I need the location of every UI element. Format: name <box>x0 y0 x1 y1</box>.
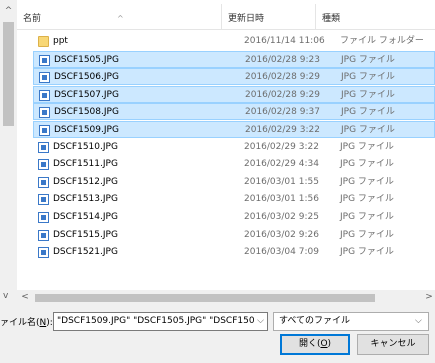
horizontal-scrollbar[interactable]: < > <box>0 290 435 305</box>
open-label-suffix: ) <box>327 339 332 349</box>
filename-label: ァイル名(N): <box>0 315 53 328</box>
image-file-icon <box>38 247 49 259</box>
vertical-scrollbar[interactable]: ^ <box>0 0 17 305</box>
image-file-icon <box>38 212 49 223</box>
filename-input[interactable]: "DSCF1509.JPG" "DSCF1505.JPG" "DSCF1506.… <box>53 312 268 331</box>
file-row[interactable]: DSCF1510.JPG 2016/02/29 3:22 JPG ファイル <box>33 139 435 156</box>
column-header-date[interactable]: 更新日時 <box>222 4 316 30</box>
filename-dropdown-chevron-icon[interactable]: ⌵ <box>254 313 267 330</box>
file-type: JPG ファイル <box>341 89 395 100</box>
file-name: DSCF1510.JPG <box>53 141 118 152</box>
file-row[interactable]: DSCF1508.JPG 2016/02/28 9:37 JPG ファイル <box>33 103 435 121</box>
filename-label-text: ァイル名( <box>0 318 40 328</box>
file-type: ファイル フォルダー <box>340 36 424 46</box>
file-type-filter-value: すべてのファイル <box>279 316 351 326</box>
column-header: 名前 ^ 更新日時 種類 <box>17 4 435 30</box>
file-row[interactable]: DSCF1515.JPG 2016/03/02 9:26 JPG ファイル <box>33 227 435 244</box>
filename-label-suffix: ): <box>46 318 53 328</box>
file-type-filter-select[interactable]: すべてのファイル <box>273 312 429 331</box>
file-name: DSCF1506.JPG <box>54 72 119 83</box>
file-name: DSCF1513.JPG <box>53 194 118 205</box>
image-file-icon <box>39 54 50 66</box>
image-file-icon <box>38 176 49 188</box>
file-type: JPG ファイル <box>341 72 395 83</box>
file-row[interactable]: DSCF1511.JPG 2016/02/29 4:34 JPG ファイル <box>33 156 435 173</box>
file-type: JPG ファイル <box>340 212 394 222</box>
file-date: 2016/03/02 9:25 <box>244 212 319 222</box>
image-file-icon <box>38 194 49 206</box>
file-row[interactable]: DSCF1514.JPG 2016/03/02 9:25 JPG ファイル <box>33 209 435 226</box>
scroll-left-icon[interactable]: < <box>18 290 32 305</box>
horizontal-scroll-thumb[interactable] <box>35 294 375 302</box>
file-date: 2016/11/14 11:06 <box>244 36 325 46</box>
file-name: DSCF1511.JPG <box>53 159 118 170</box>
file-date: 2016/02/29 3:22 <box>244 141 319 152</box>
filter-chevron-down-icon[interactable]: ⌵ <box>415 313 422 330</box>
open-button[interactable]: 開く(O) <box>280 334 350 355</box>
file-name: DSCF1507.JPG <box>54 89 119 100</box>
file-name: DSCF1509.JPG <box>54 125 119 135</box>
vertical-scroll-thumb[interactable] <box>3 22 14 126</box>
file-date: 2016/02/28 9:29 <box>245 72 320 83</box>
scroll-up-icon[interactable]: ^ <box>0 4 17 18</box>
file-name: DSCF1505.JPG <box>54 54 119 65</box>
file-type: JPG ファイル <box>340 247 394 258</box>
image-file-icon <box>39 89 50 101</box>
file-type: JPG ファイル <box>340 159 394 170</box>
image-file-icon <box>38 141 49 153</box>
folder-icon <box>38 36 49 47</box>
file-type: JPG ファイル <box>340 194 394 205</box>
column-name-label: 名前 <box>23 14 42 24</box>
file-type: JPG ファイル <box>341 107 395 118</box>
file-type: JPG ファイル <box>341 125 395 135</box>
image-file-icon <box>39 125 50 136</box>
file-name: ppt <box>53 36 68 46</box>
column-header-name[interactable]: 名前 ^ <box>17 4 222 30</box>
sort-ascending-icon: ^ <box>117 14 124 23</box>
file-name: DSCF1515.JPG <box>53 229 118 240</box>
file-name: DSCF1508.JPG <box>54 107 119 118</box>
file-date: 2016/03/04 7:09 <box>244 247 319 258</box>
image-file-icon <box>38 229 49 241</box>
file-type: JPG ファイル <box>341 54 395 65</box>
file-name: DSCF1521.JPG <box>53 247 118 258</box>
file-date: 2016/02/28 9:37 <box>245 107 320 118</box>
file-date: 2016/03/01 1:55 <box>244 176 319 187</box>
file-date: 2016/02/28 9:23 <box>245 54 320 65</box>
image-file-icon <box>39 72 50 84</box>
image-file-icon <box>38 159 49 171</box>
scroll-down-icon[interactable]: v <box>3 291 8 301</box>
scroll-right-icon[interactable]: > <box>423 290 435 305</box>
open-label: 開く( <box>298 339 321 349</box>
file-date: 2016/02/28 9:29 <box>245 89 320 100</box>
column-date-label: 更新日時 <box>228 14 265 24</box>
file-list-pane[interactable]: ^ 名前 ^ 更新日時 種類 ppt 2016/11/14 11:06 ファイル フ… <box>0 0 435 305</box>
open-label-key: O <box>320 339 328 349</box>
file-row[interactable]: DSCF1521.JPG 2016/03/04 7:09 JPG ファイル <box>33 244 435 261</box>
column-header-type[interactable]: 種類 <box>316 4 435 30</box>
file-type: JPG ファイル <box>340 176 394 187</box>
cancel-button[interactable]: キャンセル <box>357 334 429 355</box>
file-type: JPG ファイル <box>340 141 394 152</box>
file-row[interactable]: DSCF1509.JPG 2016/02/29 3:22 JPG ファイル <box>33 121 435 138</box>
file-row[interactable]: DSCF1505.JPG 2016/02/28 9:23 JPG ファイル <box>33 50 435 68</box>
file-row[interactable]: DSCF1506.JPG 2016/02/28 9:29 JPG ファイル <box>33 68 435 86</box>
file-row[interactable]: DSCF1507.JPG 2016/02/28 9:29 JPG ファイル <box>33 85 435 103</box>
file-date: 2016/02/29 3:22 <box>245 125 320 135</box>
file-name: DSCF1514.JPG <box>53 212 118 222</box>
column-type-label: 種類 <box>322 14 341 24</box>
file-row[interactable]: ppt 2016/11/14 11:06 ファイル フォルダー <box>33 33 435 50</box>
file-row[interactable]: DSCF1513.JPG 2016/03/01 1:56 JPG ファイル <box>33 191 435 208</box>
file-date: 2016/03/01 1:56 <box>244 194 319 205</box>
file-date: 2016/03/02 9:26 <box>244 229 319 240</box>
file-date: 2016/02/29 4:34 <box>244 159 319 170</box>
file-row[interactable]: DSCF1512.JPG 2016/03/01 1:55 JPG ファイル <box>33 174 435 191</box>
file-type: JPG ファイル <box>340 229 394 240</box>
file-name: DSCF1512.JPG <box>53 176 118 187</box>
image-file-icon <box>39 107 50 119</box>
